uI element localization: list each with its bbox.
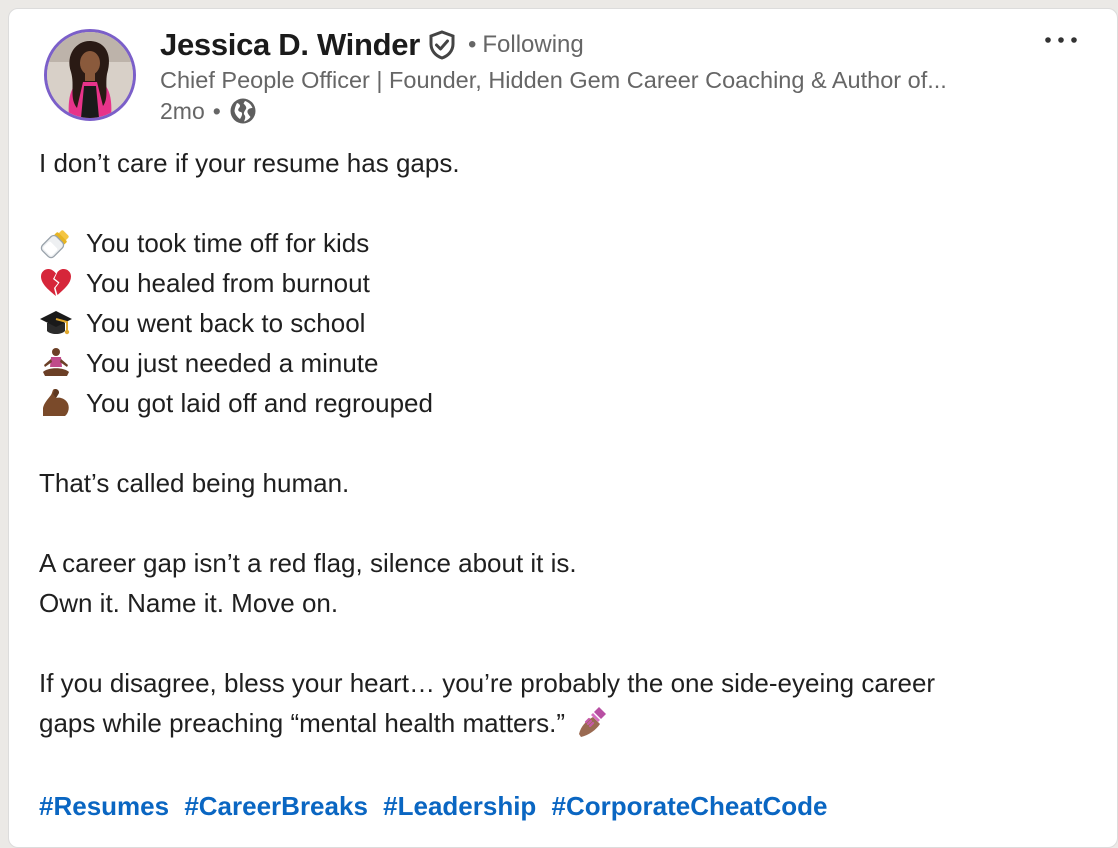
post-statement: That’s called being human. xyxy=(39,468,350,498)
author-headline: Chief People Officer | Founder, Hidden G… xyxy=(160,67,947,93)
graduation-cap-icon xyxy=(40,311,72,335)
list-item: You took time off for kids xyxy=(39,223,1089,263)
post-meta: 2mo • xyxy=(160,97,257,125)
hashtag-link[interactable]: #CorporateCheatCode xyxy=(552,791,828,821)
post-card: Jessica D. Winder • Following Chief Peop… xyxy=(8,8,1118,848)
bullet-text: You took time off for kids xyxy=(86,228,370,258)
broken-heart-icon xyxy=(41,269,71,296)
more-options-button[interactable] xyxy=(1039,25,1083,55)
post-age[interactable]: 2mo xyxy=(160,98,205,125)
globe-icon xyxy=(229,97,257,125)
post-closing-text: gaps while preaching “mental health matt… xyxy=(39,708,566,738)
list-item: You went back to school xyxy=(39,303,1089,343)
post-intro: I don’t care if your resume has gaps. xyxy=(39,148,460,178)
list-item: You got laid off and regrouped xyxy=(39,383,1089,423)
bullet-text: You healed from burnout xyxy=(86,268,370,298)
hashtag-link[interactable]: #Leadership xyxy=(383,791,536,821)
author-name[interactable]: Jessica D. Winder xyxy=(160,27,420,63)
ellipsis-icon xyxy=(1045,37,1077,43)
bullet-text: You went back to school xyxy=(86,308,366,338)
meditation-icon xyxy=(43,348,69,376)
bullet-text: You just needed a minute xyxy=(86,348,379,378)
hashtag-link[interactable]: #Resumes xyxy=(39,791,169,821)
post-closing: gaps while preaching “mental health matt… xyxy=(39,703,1089,743)
post-line: A career gap isn’t a red flag, silence a… xyxy=(39,548,577,578)
post-body: I don’t care if your resume has gaps. Yo… xyxy=(39,143,1089,743)
hashtag-row: #Resumes #CareerBreaks #Leadership #Corp… xyxy=(39,791,827,822)
list-item: You healed from burnout xyxy=(39,263,1089,303)
separator-dot: • xyxy=(212,97,221,124)
hashtag-link[interactable]: #CareerBreaks xyxy=(184,791,368,821)
baby-bottle-icon xyxy=(40,230,69,259)
verified-shield-icon xyxy=(428,30,456,60)
list-item: You just needed a minute xyxy=(39,343,1089,383)
bullet-text: You got laid off and regrouped xyxy=(86,388,433,418)
following-status[interactable]: Following xyxy=(482,31,583,59)
post-line: Own it. Name it. Move on. xyxy=(39,588,339,618)
author-name-row: Jessica D. Winder • Following xyxy=(160,25,584,65)
author-avatar[interactable] xyxy=(44,29,136,121)
post-closing: If you disagree, bless your heart… you’r… xyxy=(39,668,936,698)
separator-dot: • xyxy=(467,31,477,58)
author-photo-icon xyxy=(47,32,133,118)
flexed-bicep-icon xyxy=(43,389,69,416)
nail-polish-icon xyxy=(579,707,607,737)
